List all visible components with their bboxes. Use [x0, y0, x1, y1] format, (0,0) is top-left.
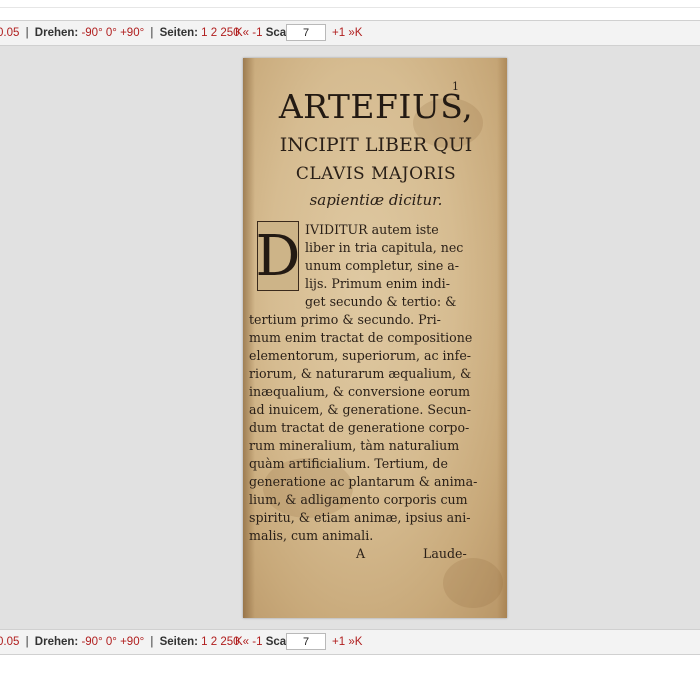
first-page-icon[interactable]: K«	[235, 27, 249, 39]
scan-navigation: K« -1 Scan +1 »K	[235, 633, 362, 650]
pages-2-link[interactable]: 2	[211, 27, 217, 39]
page-subtitle-3: sapientiæ dicitur.	[309, 191, 443, 209]
text-line: IVIDITUR autem iste	[305, 222, 439, 237]
scan-number-input[interactable]	[286, 24, 326, 41]
pages-label: Seiten:	[159, 27, 198, 39]
scan-viewer: 1 ARTEFIUS, INCIPIT LIBER QUI CLAVIS MAJ…	[0, 46, 700, 629]
page-subtitle-1: INCIPIT LIBER QUI	[279, 134, 473, 156]
rotate-label: Drehen:	[34, 636, 79, 648]
rotate-minus-90-link[interactable]: -90°	[81, 636, 102, 648]
rotate-plus-90-link[interactable]: +90°	[120, 27, 144, 39]
scan-navigation: K« -1 Scan +1 »K	[235, 24, 362, 41]
text-line: get secundo & tertio: &	[305, 294, 457, 309]
text-line: riorum, & naturarum æqualium, &	[249, 366, 472, 381]
first-page-icon[interactable]: K«	[235, 636, 249, 648]
viewer-toolbar-bottom: 0.05 | Drehen: -90° 0° +90° | Seiten: 1 …	[0, 629, 700, 655]
text-line: unum completur, sine a-	[305, 258, 460, 273]
rotate-label: Drehen:	[34, 27, 79, 39]
text-line: tertium primo & secundo. Pri-	[249, 312, 441, 327]
separator: |	[150, 27, 154, 39]
text-line: dum tractat de generatione corpo-	[249, 420, 470, 435]
last-page-icon[interactable]: »K	[348, 636, 362, 648]
rotate-0-link[interactable]: 0°	[106, 27, 117, 39]
decorated-initial: D	[256, 221, 300, 291]
text-line: mum enim tractat de compositione	[249, 330, 473, 345]
pages-1-link[interactable]: 1	[201, 27, 207, 39]
rotate-0-link[interactable]: 0°	[106, 636, 117, 648]
text-line: elementorum, superiorum, ac infe-	[249, 348, 472, 363]
text-line: inæqualium, & conversione eorum	[249, 384, 471, 399]
text-line: lijs. Primum enim indi-	[305, 276, 450, 291]
catchword: Laude-	[423, 546, 467, 561]
text-line: lium, & adligamento corporis cum	[249, 492, 468, 507]
zoom-value[interactable]: 0.05	[0, 636, 19, 648]
toolbar-left-group: 0.05 | Drehen: -90° 0° +90° | Seiten: 1 …	[0, 27, 240, 39]
viewer-toolbar-top: 0.05 | Drehen: -90° 0° +90° | Seiten: 1 …	[0, 20, 700, 46]
separator: |	[25, 27, 29, 39]
separator: |	[25, 636, 29, 648]
page-subtitle-2: CLAVIS MAJORIS	[295, 164, 457, 184]
text-line: rum mineralium, tàm naturalium	[249, 438, 460, 453]
next-scan-link[interactable]: +1	[332, 636, 345, 648]
prev-scan-link[interactable]: -1	[252, 27, 262, 39]
pages-1-link[interactable]: 1	[201, 636, 207, 648]
separator: |	[150, 636, 154, 648]
signature-mark: A	[356, 546, 366, 561]
text-line: generatione ac plantarum & anima-	[249, 474, 478, 489]
pages-label: Seiten:	[159, 636, 198, 648]
paper-stain	[443, 558, 503, 608]
pages-2-link[interactable]: 2	[211, 636, 217, 648]
rotate-minus-90-link[interactable]: -90°	[81, 27, 102, 39]
scanned-page-image: 1 ARTEFIUS, INCIPIT LIBER QUI CLAVIS MAJ…	[243, 58, 507, 618]
last-page-icon[interactable]: »K	[348, 27, 362, 39]
toolbar-left-group: 0.05 | Drehen: -90° 0° +90° | Seiten: 1 …	[0, 636, 240, 648]
scan-number-input[interactable]	[286, 633, 326, 650]
text-line: liber in tria capitula, nec	[305, 240, 464, 255]
text-line: malis, cum animali.	[249, 528, 374, 543]
text-line: spiritu, & etiam animæ, ipsius ani-	[249, 510, 471, 525]
top-strip	[0, 0, 700, 8]
rotate-plus-90-link[interactable]: +90°	[120, 636, 144, 648]
prev-scan-link[interactable]: -1	[252, 636, 262, 648]
text-line: quàm artificialium. Tertium, de	[249, 456, 448, 471]
text-line: ad inuicem, & generatione. Secun-	[249, 402, 471, 417]
page-title: ARTEFIUS,	[278, 87, 474, 126]
next-scan-link[interactable]: +1	[332, 27, 345, 39]
zoom-value[interactable]: 0.05	[0, 27, 19, 39]
